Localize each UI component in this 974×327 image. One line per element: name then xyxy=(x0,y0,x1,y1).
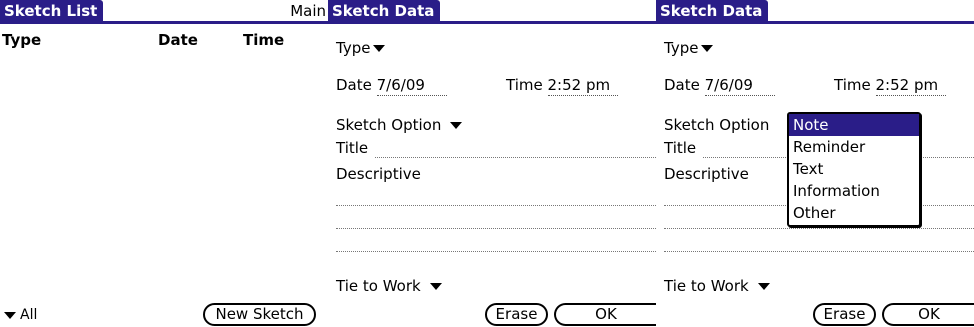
title-label: Title xyxy=(336,139,369,157)
descriptive-line-2[interactable] xyxy=(336,228,656,229)
date-value[interactable]: 7/6/09 xyxy=(704,75,775,96)
column-header-type[interactable]: Type xyxy=(2,31,41,49)
date-field: Date 7/6/09 xyxy=(336,75,447,96)
option-information[interactable]: Information xyxy=(789,180,919,202)
descriptive-label: Descriptive xyxy=(336,165,421,183)
time-value[interactable]: 2:52 pm xyxy=(547,75,618,96)
dropdown-arrow-icon xyxy=(429,283,442,290)
sketch-list-screen: Sketch List Main Type Date Time All New … xyxy=(0,0,328,327)
tie-to-work-dropdown[interactable]: Tie to Work xyxy=(336,276,442,296)
option-reminder[interactable]: Reminder xyxy=(789,136,919,158)
erase-button[interactable]: Erase xyxy=(485,303,548,326)
column-header-time[interactable]: Time xyxy=(243,31,284,49)
descriptive-label: Descriptive xyxy=(664,165,749,183)
dropdown-arrow-icon xyxy=(757,283,770,290)
option-text[interactable]: Text xyxy=(789,158,919,180)
option-other[interactable]: Other xyxy=(789,202,919,224)
sketch-data-screen-popup: Sketch Data Type Date 7/6/09 Time 2:52 p… xyxy=(656,0,974,327)
form-title: Sketch Data xyxy=(328,0,441,22)
erase-button[interactable]: Erase xyxy=(813,303,876,326)
descriptive-line-3[interactable] xyxy=(336,251,656,252)
tie-to-work-dropdown[interactable]: Tie to Work xyxy=(664,276,770,296)
type-label: Type xyxy=(664,39,699,57)
column-header-date[interactable]: Date xyxy=(158,31,198,49)
title-bar: Sketch Data xyxy=(656,0,974,25)
sketch-option-label: Sketch Option xyxy=(336,116,442,134)
title-underline xyxy=(656,21,974,24)
tie-label: Tie to Work xyxy=(336,277,421,295)
form-title: Sketch List xyxy=(0,0,104,22)
title-underline xyxy=(0,21,328,24)
time-label: Time xyxy=(834,76,871,94)
title-bar: Sketch List Main xyxy=(0,0,328,25)
type-dropdown[interactable]: Type xyxy=(664,38,714,58)
sketch-option-popup: Note Reminder Text Information Other xyxy=(787,112,921,227)
title-field[interactable] xyxy=(375,157,656,158)
form-title: Sketch Data xyxy=(656,0,769,22)
dropdown-arrow-icon xyxy=(4,311,16,319)
filter-dropdown[interactable]: All xyxy=(4,305,37,325)
date-label: Date xyxy=(336,76,372,94)
title-bar: Sketch Data xyxy=(328,0,656,25)
ok-button[interactable]: OK xyxy=(554,303,656,326)
time-field: Time 2:52 pm xyxy=(834,75,946,96)
dropdown-arrow-icon xyxy=(450,122,463,129)
sketch-option-dropdown[interactable]: Sketch Option xyxy=(336,115,463,135)
tie-label: Tie to Work xyxy=(664,277,749,295)
descriptive-line-3[interactable] xyxy=(664,251,974,252)
sketch-data-screen: Sketch Data Type Date 7/6/09 Time 2:52 p… xyxy=(328,0,656,327)
dropdown-arrow-icon xyxy=(701,45,714,52)
type-label: Type xyxy=(336,39,371,57)
date-value[interactable]: 7/6/09 xyxy=(376,75,447,96)
time-field: Time 2:52 pm xyxy=(506,75,618,96)
option-note[interactable]: Note xyxy=(789,114,919,136)
dropdown-arrow-icon xyxy=(373,45,386,52)
sketch-option-label[interactable]: Sketch Option xyxy=(664,115,769,135)
filter-label: All xyxy=(20,307,38,323)
date-field: Date 7/6/09 xyxy=(664,75,775,96)
title-label: Title xyxy=(664,139,697,157)
new-sketch-button[interactable]: New Sketch xyxy=(203,303,316,326)
time-label: Time xyxy=(506,76,543,94)
descriptive-line-1[interactable] xyxy=(336,205,656,206)
date-label: Date xyxy=(664,76,700,94)
category-selector[interactable]: Main xyxy=(290,2,326,20)
title-underline xyxy=(328,21,656,24)
type-dropdown[interactable]: Type xyxy=(336,38,386,58)
time-value[interactable]: 2:52 pm xyxy=(875,75,946,96)
descriptive-line-2[interactable] xyxy=(664,228,974,229)
ok-button[interactable]: OK xyxy=(882,303,974,326)
